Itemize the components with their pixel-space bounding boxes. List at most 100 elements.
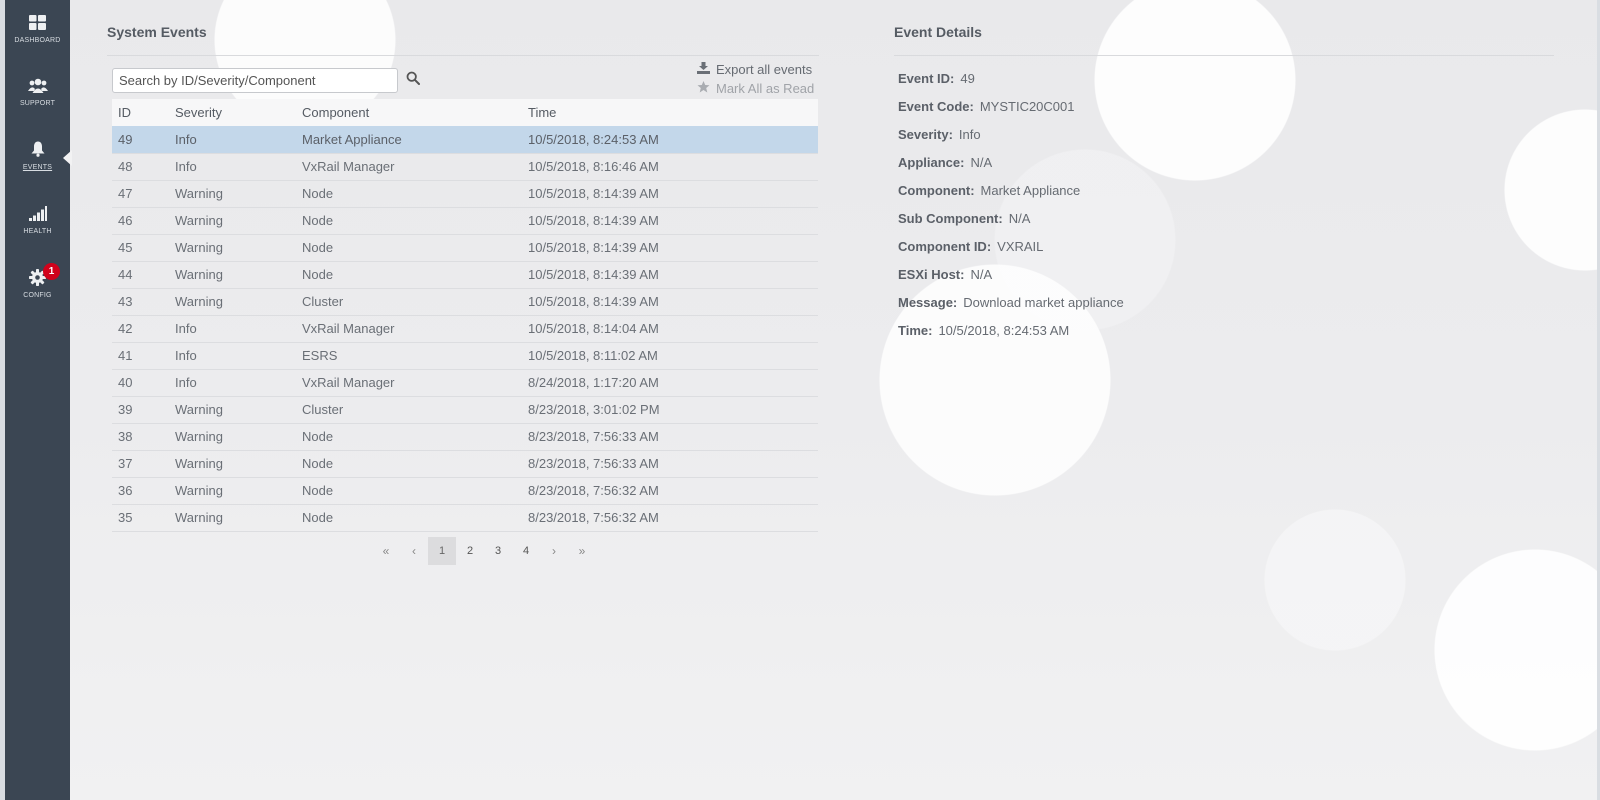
table-row[interactable]: 46 Warning Node 10/5/2018, 8:14:39 AM (112, 207, 818, 235)
detail-value: Market Appliance (980, 182, 1081, 198)
cell-severity: Warning (169, 450, 296, 478)
column-header-severity[interactable]: Severity (169, 99, 296, 126)
cell-id: 49 (112, 126, 169, 154)
cell-id: 46 (112, 207, 169, 235)
details-title-divider (894, 55, 1554, 56)
page-button-3[interactable]: 3 (484, 537, 512, 565)
config-notification-badge: 1 (43, 263, 60, 280)
detail-key: Sub Component: (898, 210, 1003, 226)
cell-component: Node (296, 234, 522, 262)
cell-id: 47 (112, 180, 169, 208)
column-header-component[interactable]: Component (296, 99, 522, 126)
nav-item-events[interactable]: EVENTS (5, 127, 70, 185)
table-row[interactable]: 36 Warning Node 8/23/2018, 7:56:32 AM (112, 477, 818, 505)
detail-row: Component: Market Appliance (898, 176, 1124, 204)
cell-severity: Warning (169, 423, 296, 451)
detail-row: Event ID: 49 (898, 64, 1124, 92)
table-row[interactable]: 39 Warning Cluster 8/23/2018, 3:01:02 PM (112, 396, 818, 424)
detail-value: 49 (960, 70, 975, 86)
details-panel-title: Event Details (894, 24, 982, 40)
export-all-events-label: Export all events (716, 62, 813, 77)
mark-all-read-label: Mark All as Read (716, 81, 815, 96)
cell-component: VxRail Manager (296, 369, 522, 397)
cell-component: Node (296, 261, 522, 289)
table-row[interactable]: 42 Info VxRail Manager 10/5/2018, 8:14:04 A… (112, 315, 818, 343)
table-row[interactable]: 43 Warning Cluster 10/5/2018, 8:14:39 AM (112, 288, 818, 316)
cell-time: 10/5/2018, 8:14:39 AM (522, 288, 818, 316)
bell-icon (28, 139, 48, 159)
nav-item-config[interactable]: CONFIG (5, 255, 70, 313)
detail-key: Event Code: (898, 98, 974, 114)
detail-row: ESXi Host: N/A (898, 260, 1124, 288)
search-input[interactable] (112, 68, 398, 93)
detail-value: 10/5/2018, 8:24:53 AM (938, 322, 1070, 338)
last-page-button[interactable]: » (568, 537, 596, 565)
detail-row: Time: 10/5/2018, 8:24:53 AM (898, 316, 1124, 344)
cell-component: VxRail Manager (296, 315, 522, 343)
detail-key: Component ID: (898, 238, 992, 254)
mark-all-read-button[interactable]: Mark All as Read (697, 81, 814, 96)
detail-value: N/A (970, 154, 993, 170)
cell-severity: Warning (169, 396, 296, 424)
cell-severity: Info (169, 342, 296, 370)
column-header-id[interactable]: ID (112, 99, 169, 126)
cell-id: 40 (112, 369, 169, 397)
column-header-time[interactable]: Time (522, 99, 818, 126)
detail-row: Component ID: VXRAIL (898, 232, 1124, 260)
table-row[interactable]: 49 Info Market Appliance 10/5/2018, 8:24:53… (112, 126, 818, 154)
cell-time: 8/23/2018, 7:56:33 AM (522, 423, 818, 451)
nav-label-support: SUPPORT (19, 100, 56, 107)
cell-component: Node (296, 450, 522, 478)
detail-row: Message: Download market appliance (898, 288, 1124, 316)
cell-severity: Warning (169, 234, 296, 262)
search-icon[interactable] (406, 71, 422, 87)
cell-id: 39 (112, 396, 169, 424)
table-row[interactable]: 40 Info VxRail Manager 8/24/2018, 1:17:20 A… (112, 369, 818, 397)
detail-key: Component: (898, 182, 975, 198)
detail-value: MYSTIC20C001 (979, 98, 1075, 114)
table-row[interactable]: 44 Warning Node 10/5/2018, 8:14:39 AM (112, 261, 818, 289)
cell-time: 8/23/2018, 7:56:33 AM (522, 450, 818, 478)
table-row[interactable]: 48 Info VxRail Manager 10/5/2018, 8:16:46 A… (112, 153, 818, 181)
detail-row: Event Code: MYSTIC20C001 (898, 92, 1124, 120)
nav-item-health[interactable]: HEALTH (5, 191, 70, 249)
cell-component: Market Appliance (296, 126, 522, 154)
cell-component: Node (296, 504, 522, 532)
cell-component: Cluster (296, 396, 522, 424)
page-button-2[interactable]: 2 (456, 537, 484, 565)
cell-severity: Warning (169, 477, 296, 505)
detail-row: Sub Component: N/A (898, 204, 1124, 232)
next-page-button[interactable]: › (540, 537, 568, 565)
cell-id: 43 (112, 288, 169, 316)
cell-time: 10/5/2018, 8:14:39 AM (522, 180, 818, 208)
table-row[interactable]: 35 Warning Node 8/23/2018, 7:56:32 AM (112, 504, 818, 532)
cell-id: 37 (112, 450, 169, 478)
page-button-4[interactable]: 4 (512, 537, 540, 565)
table-row[interactable]: 41 Info ESRS 10/5/2018, 8:11:02 AM (112, 342, 818, 370)
cell-component: Cluster (296, 288, 522, 316)
events-title-divider (107, 55, 819, 56)
detail-key: ESXi Host: (898, 266, 965, 282)
cell-component: Node (296, 207, 522, 235)
first-page-button[interactable]: « (372, 537, 400, 565)
nav-item-support[interactable]: SUPPORT (5, 63, 70, 121)
dashboard-icon (28, 12, 48, 32)
detail-row: Severity: Info (898, 120, 1124, 148)
table-row[interactable]: 37 Warning Node 8/23/2018, 7:56:33 AM (112, 450, 818, 478)
cell-component: Node (296, 423, 522, 451)
prev-page-button[interactable]: ‹ (400, 537, 428, 565)
page-button-1[interactable]: 1 (428, 537, 456, 565)
star-icon (697, 81, 710, 96)
nav-item-dashboard[interactable]: DASHBOARD (5, 0, 70, 58)
table-row[interactable]: 45 Warning Node 10/5/2018, 8:14:39 AM (112, 234, 818, 262)
detail-value: Download market appliance (963, 294, 1124, 310)
cell-component: VxRail Manager (296, 153, 522, 181)
cell-id: 41 (112, 342, 169, 370)
table-row[interactable]: 47 Warning Node 10/5/2018, 8:14:39 AM (112, 180, 818, 208)
cell-time: 10/5/2018, 8:11:02 AM (522, 342, 818, 370)
table-row[interactable]: 38 Warning Node 8/23/2018, 7:56:33 AM (112, 423, 818, 451)
cell-id: 42 (112, 315, 169, 343)
export-all-events-button[interactable]: Export all events (697, 62, 812, 77)
cell-time: 10/5/2018, 8:14:39 AM (522, 207, 818, 235)
nav-label-config: CONFIG (23, 292, 52, 299)
